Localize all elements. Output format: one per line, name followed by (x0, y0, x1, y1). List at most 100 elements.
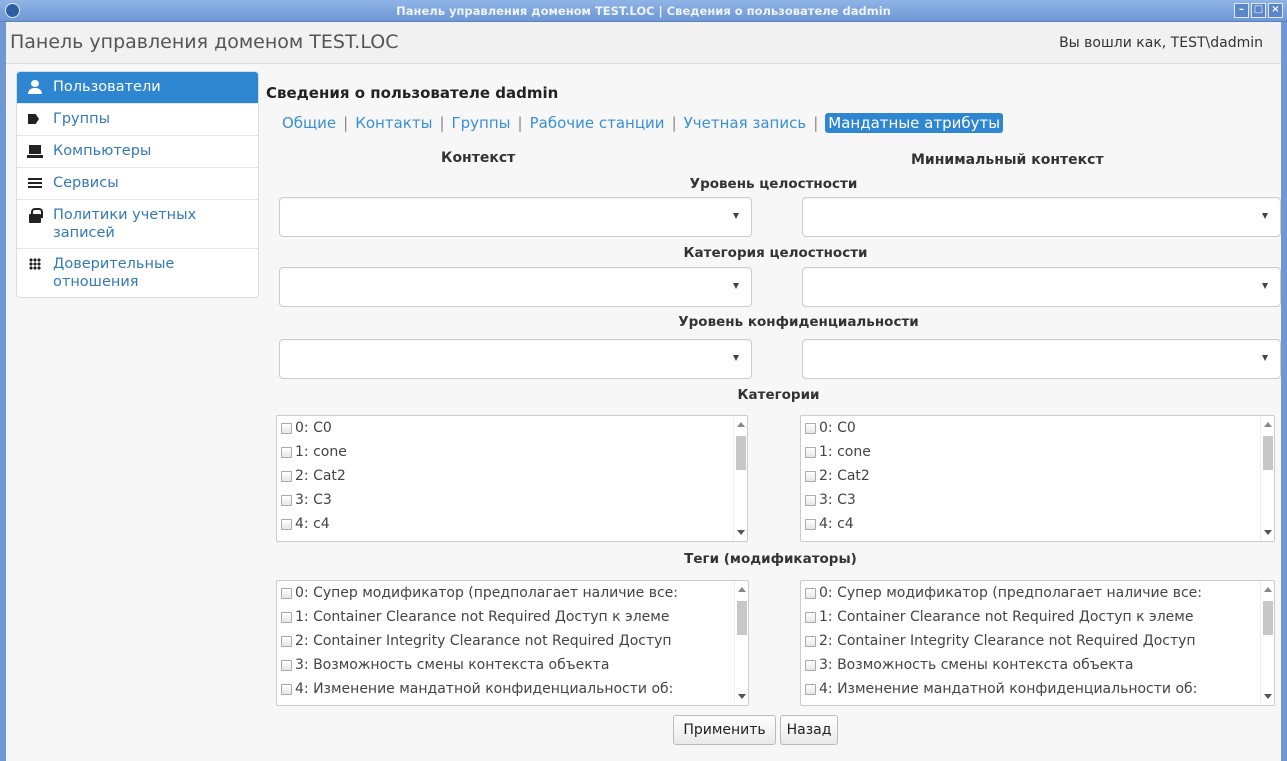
list-item[interactable]: 4: Изменение мандатной конфиденциальност… (801, 677, 1274, 701)
user-icon (27, 79, 43, 95)
checkbox[interactable] (281, 587, 292, 599)
list-item-label: 4: c4 (819, 516, 854, 532)
sidebar-item-users[interactable]: Пользователи (17, 72, 258, 104)
minimize-icon[interactable]: – (1234, 3, 1249, 18)
checkbox[interactable] (281, 518, 292, 530)
min-context-tags-list[interactable]: 0: Супер модификатор (предполагает налич… (800, 580, 1275, 706)
apply-button[interactable]: Применить (673, 715, 776, 745)
section-confidentiality-level: Уровень конфиденциальности (0, 314, 1287, 330)
scroll-thumb[interactable] (1263, 436, 1273, 470)
context-integrity-category-select[interactable] (279, 267, 752, 307)
section-label: Категории (737, 387, 820, 403)
back-button[interactable]: Назад (780, 715, 838, 745)
tab-account[interactable]: Учетная запись (684, 114, 807, 132)
checkbox[interactable] (805, 494, 816, 506)
checkbox[interactable] (281, 446, 292, 458)
checkbox[interactable] (805, 611, 816, 623)
list-item[interactable]: 0: C0 (801, 416, 1274, 440)
list-item-label: 4: Изменение мандатной конфиденциальност… (295, 681, 674, 697)
chevron-down-icon (733, 355, 739, 361)
list-item[interactable]: 2: Container Integrity Clearance not Req… (277, 629, 748, 653)
min-context-categories-list[interactable]: 0: C0 1: cone 2: Cat2 3: C3 4: c4 (800, 415, 1275, 542)
checkbox[interactable] (805, 683, 816, 695)
tab-contacts[interactable]: Контакты (355, 114, 432, 132)
section-integrity-level: Уровень целостности (0, 176, 1287, 192)
tab-mandatory-attributes[interactable]: Мандатные атрибуты (825, 113, 1004, 133)
checkbox[interactable] (281, 683, 292, 695)
list-item[interactable]: 3: Возможность смены контекста объекта (277, 653, 748, 677)
list-item[interactable]: 2: Cat2 (277, 464, 747, 488)
section-integrity-category: Категория целостности (0, 245, 1287, 261)
tab-workstations[interactable]: Рабочие станции (530, 114, 665, 132)
scroll-up-icon[interactable] (737, 422, 745, 427)
scrollbar[interactable] (1260, 416, 1274, 541)
checkbox[interactable] (805, 659, 816, 671)
min-context-integrity-category-select[interactable] (802, 267, 1281, 307)
checkbox[interactable] (805, 518, 816, 530)
tab-groups[interactable]: Группы (452, 114, 511, 132)
list-item[interactable]: 3: C3 (277, 488, 747, 512)
checkbox[interactable] (281, 611, 292, 623)
list-item-label: 1: Container Clearance not Required Дост… (819, 609, 1194, 625)
scroll-thumb[interactable] (737, 601, 747, 635)
checkbox[interactable] (281, 494, 292, 506)
scrollbar[interactable] (1260, 581, 1274, 705)
list-item-label: 1: cone (819, 444, 871, 460)
context-categories-list[interactable]: 0: C0 1: cone 2: Cat2 3: C3 4: c4 (276, 415, 748, 542)
min-context-confidentiality-level-select[interactable] (802, 339, 1281, 379)
tab-separator: | (671, 114, 677, 132)
section-label: Категория целостности (683, 245, 868, 261)
list-item[interactable]: 2: Cat2 (801, 464, 1274, 488)
checkbox[interactable] (805, 422, 816, 434)
context-tags-list[interactable]: 0: Супер модификатор (предполагает налич… (276, 580, 749, 706)
list-item[interactable]: 1: cone (801, 440, 1274, 464)
list-item[interactable]: 3: C3 (801, 488, 1274, 512)
sidebar-item-account-policies[interactable]: Политики учетных записей (17, 200, 258, 249)
sidebar-item-computers[interactable]: Компьютеры (17, 136, 258, 168)
scroll-down-icon[interactable] (1264, 694, 1272, 699)
list-item[interactable]: 4: c4 (801, 512, 1274, 536)
list-item[interactable]: 4: c4 (277, 512, 747, 536)
list-item[interactable]: 4: Изменение мандатной конфиденциальност… (277, 677, 748, 701)
context-integrity-level-select[interactable] (279, 197, 752, 237)
checkbox[interactable] (805, 470, 816, 482)
scrollbar[interactable] (734, 581, 748, 705)
checkbox[interactable] (281, 470, 292, 482)
list-item[interactable]: 0: C0 (277, 416, 747, 440)
window-title: Панель управления доменом TEST.LOC | Све… (396, 3, 891, 18)
tab-separator: | (813, 114, 819, 132)
list-item[interactable]: 2: Container Integrity Clearance not Req… (801, 629, 1274, 653)
min-context-integrity-level-select[interactable] (802, 197, 1281, 237)
list-item[interactable]: 1: Container Clearance not Required Дост… (801, 605, 1274, 629)
scroll-up-icon[interactable] (1264, 587, 1272, 592)
close-icon[interactable]: × (1268, 3, 1283, 18)
scroll-up-icon[interactable] (1264, 422, 1272, 427)
list-item[interactable]: 3: Возможность смены контекста объекта (801, 653, 1274, 677)
scroll-down-icon[interactable] (1264, 530, 1272, 535)
checkbox[interactable] (281, 635, 292, 647)
maximize-icon[interactable]: □ (1251, 3, 1266, 18)
list-item[interactable]: 0: Супер модификатор (предполагает налич… (801, 581, 1274, 605)
scroll-down-icon[interactable] (737, 530, 745, 535)
list-item[interactable]: 1: cone (277, 440, 747, 464)
context-confidentiality-level-select[interactable] (279, 339, 752, 379)
checkbox[interactable] (281, 422, 292, 434)
list-item-label: 2: Cat2 (819, 468, 870, 484)
logged-in-user: Вы вошли как, TEST\dadmin (1059, 35, 1263, 51)
chevron-down-icon (1262, 355, 1268, 361)
sidebar-item-groups[interactable]: Группы (17, 104, 258, 136)
sidebar-item-label: Группы (53, 111, 111, 127)
list-item-label: 0: Супер модификатор (предполагает налич… (819, 585, 1202, 601)
scroll-thumb[interactable] (736, 436, 746, 470)
scroll-thumb[interactable] (1263, 601, 1273, 635)
checkbox[interactable] (281, 659, 292, 671)
checkbox[interactable] (805, 587, 816, 599)
scroll-down-icon[interactable] (738, 694, 746, 699)
checkbox[interactable] (805, 635, 816, 647)
checkbox[interactable] (805, 446, 816, 458)
scroll-up-icon[interactable] (738, 587, 746, 592)
scrollbar[interactable] (733, 416, 747, 541)
list-item[interactable]: 0: Супер модификатор (предполагает налич… (277, 581, 748, 605)
list-item[interactable]: 1: Container Clearance not Required Дост… (277, 605, 748, 629)
tab-general[interactable]: Общие (282, 114, 336, 132)
